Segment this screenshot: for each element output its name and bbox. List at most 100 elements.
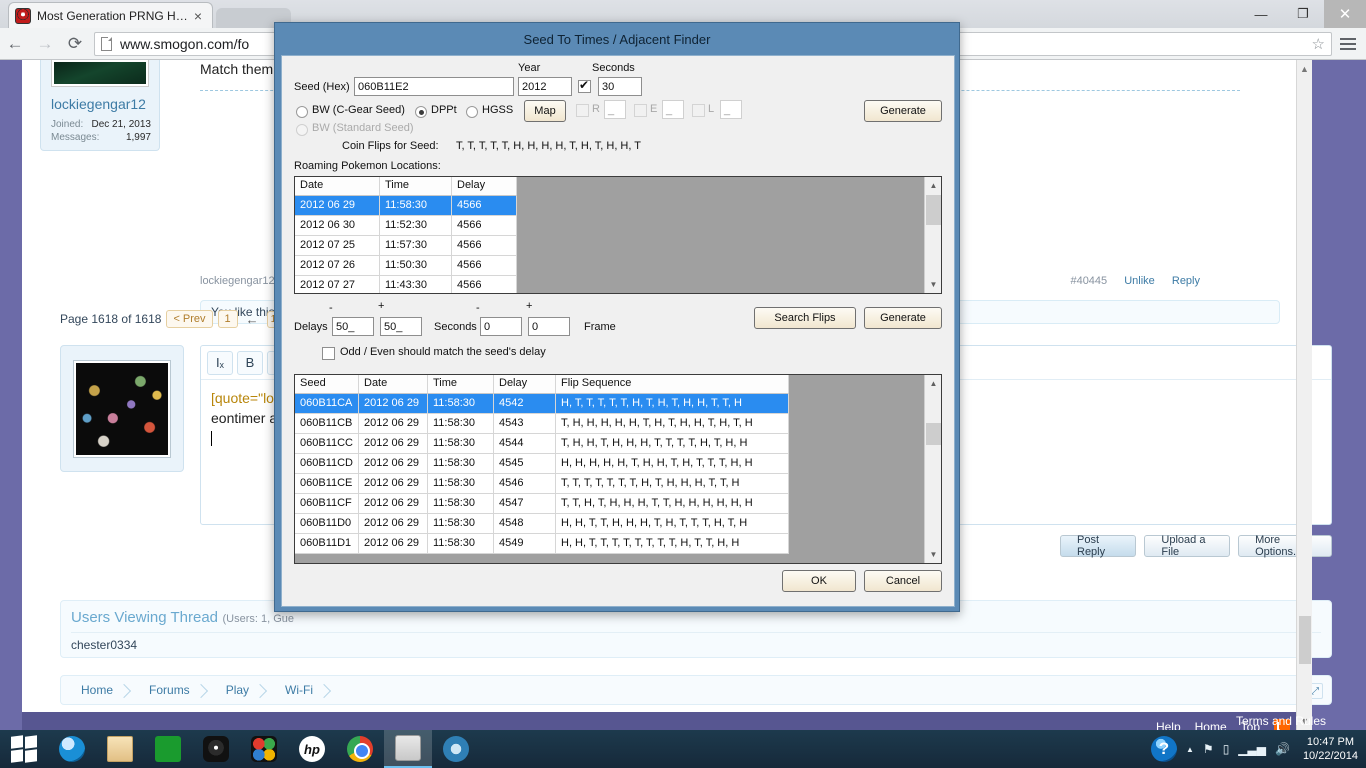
table-row[interactable]: 060B11CC2012 06 2911:58:304544T, H, H, T… (295, 434, 789, 454)
generate-top-button[interactable]: Generate (864, 100, 942, 122)
table-row[interactable]: 060B11CD2012 06 2911:58:304545H, H, H, H… (295, 454, 789, 474)
table-row[interactable]: 060B11CF2012 06 2911:58:304547T, T, H, T… (295, 494, 789, 514)
chrome-icon (347, 736, 373, 762)
taskbar-windows-store[interactable] (144, 730, 192, 768)
adjacent-seeds-table[interactable]: Seed Date Time Delay Flip Sequence 060B1… (294, 374, 942, 564)
footer-link-help[interactable]: Help (1156, 720, 1181, 730)
table-scrollbar[interactable]: ▲ ▼ (924, 375, 941, 563)
table-row[interactable]: 2012 06 3011:52:304566 (295, 216, 517, 236)
taskbar-prng-tool[interactable] (384, 730, 432, 768)
radio-bw-cgear[interactable] (296, 106, 308, 118)
scroll-thumb[interactable] (926, 423, 941, 445)
seed-hex-input[interactable]: 060B11E2 (354, 77, 514, 96)
table-row[interactable]: 060B11CE2012 06 2911:58:304546T, T, T, T… (295, 474, 789, 494)
network-icon[interactable]: ▁▃▅ (1238, 742, 1266, 756)
close-window-button[interactable]: ✕ (1324, 0, 1366, 28)
more-options-button[interactable]: More Options... (1238, 535, 1332, 557)
delay-max-input[interactable]: 50_ (380, 317, 422, 336)
unlike-link[interactable]: Unlike (1124, 275, 1155, 287)
reload-icon[interactable]: ⟳ (60, 29, 90, 59)
delay-minus-icon[interactable]: - (329, 302, 333, 314)
odd-even-checkbox[interactable] (322, 347, 335, 360)
breadcrumb-item-play[interactable]: Play (212, 683, 271, 697)
cancel-button[interactable]: Cancel (864, 570, 942, 592)
ok-button[interactable]: OK (782, 570, 856, 592)
back-icon[interactable]: ← (0, 29, 30, 59)
search-flips-button[interactable]: Search Flips (754, 307, 856, 329)
scroll-thumb[interactable] (1299, 616, 1311, 664)
terms-and-rules-link[interactable]: Terms and Rules (1236, 714, 1326, 728)
seconds-input[interactable]: 30 (598, 77, 642, 96)
seconds-checkbox[interactable] (578, 80, 591, 93)
maximize-button[interactable]: ❐ (1282, 0, 1324, 28)
radio-dppt[interactable] (415, 106, 427, 118)
start-button[interactable] (0, 730, 48, 768)
delays-label: Delays (294, 321, 328, 333)
minimize-button[interactable]: — (1240, 0, 1282, 28)
scroll-down-icon[interactable]: ▼ (925, 276, 942, 293)
bookmark-star-icon[interactable]: ☆ (1312, 35, 1325, 53)
breadcrumb-item-forums[interactable]: Forums (135, 683, 212, 697)
footer-link-home[interactable]: Home (1195, 720, 1227, 730)
tab-close-icon[interactable]: × (190, 8, 206, 24)
taskbar-chrome[interactable] (336, 730, 384, 768)
taskbar-clock[interactable]: 10:47 PM 10/22/2014 (1299, 735, 1358, 763)
help-icon[interactable]: ? (1151, 736, 1177, 762)
remove-formatting-icon[interactable]: Iₓ (207, 351, 233, 375)
table-cell: 4544 (494, 434, 556, 453)
seconds-max-input[interactable]: 0 (528, 317, 570, 336)
table-row[interactable]: 060B11CA2012 06 2911:58:304542H, T, T, T… (295, 394, 789, 414)
taskbar-puzzle-app[interactable] (240, 730, 288, 768)
seconds-minus-icon[interactable]: - (476, 302, 480, 314)
seconds-range-label: Seconds (434, 321, 477, 333)
map-button[interactable]: Map (524, 100, 566, 122)
browser-tab[interactable]: Most Generation PRNG H… × (8, 2, 213, 28)
pagination-prev[interactable]: < Prev (166, 310, 212, 328)
seconds-min-input[interactable]: 0 (480, 317, 522, 336)
taskbar-file-explorer[interactable] (96, 730, 144, 768)
table-row[interactable]: 060B11D02012 06 2911:58:304548H, H, T, T… (295, 514, 789, 534)
roaming-results-table[interactable]: Date Time Delay 2012 06 2911:58:30456620… (294, 176, 942, 294)
generate-button[interactable]: Generate (864, 307, 942, 329)
bold-icon[interactable]: B (237, 351, 263, 375)
scroll-down-icon[interactable]: ▼ (925, 546, 942, 563)
taskbar-hp-app[interactable]: hp (288, 730, 336, 768)
author-username[interactable]: lockiegengar12 (41, 92, 159, 118)
table-row[interactable]: 2012 06 2911:58:304566 (295, 196, 517, 216)
delay-min-input[interactable]: 50_ (332, 317, 374, 336)
scroll-up-icon[interactable]: ▲ (925, 177, 942, 194)
post-reply-button[interactable]: Post Reply (1060, 535, 1136, 557)
page-scrollbar[interactable]: ▲ ▼ (1296, 60, 1312, 730)
forward-icon[interactable]: → (30, 29, 60, 59)
show-hidden-icons-chevron-icon[interactable]: ▲ (1186, 745, 1194, 754)
taskbar-settings[interactable] (432, 730, 480, 768)
battery-icon[interactable]: ▯ (1223, 742, 1230, 756)
table-row[interactable]: 2012 07 2711:43:304566 (295, 276, 517, 294)
table-row[interactable]: 2012 07 2511:57:304566 (295, 236, 517, 256)
breadcrumb-item-wifi[interactable]: Wi-Fi (271, 683, 335, 697)
scroll-up-icon[interactable]: ▲ (925, 375, 942, 392)
breadcrumb-item-home[interactable]: Home (67, 683, 135, 697)
table-row[interactable]: 2012 07 2611:50:304566 (295, 256, 517, 276)
chrome-menu-icon[interactable] (1340, 38, 1366, 50)
table-cell: 2012 06 29 (359, 454, 428, 473)
scroll-thumb[interactable] (926, 195, 941, 225)
seconds-plus-icon[interactable]: + (526, 300, 532, 312)
year-input[interactable]: 2012 (518, 77, 572, 96)
table-row[interactable]: 060B11CB2012 06 2911:58:304543T, H, H, H… (295, 414, 789, 434)
action-center-flag-icon[interactable]: ⚑ (1203, 742, 1214, 756)
table-scrollbar[interactable]: ▲ ▼ (924, 177, 941, 293)
pagination-arrow-icon: ← (243, 312, 262, 327)
delay-plus-icon[interactable]: + (378, 300, 384, 312)
table-row[interactable]: 060B11D12012 06 2911:58:304549H, H, T, T… (295, 534, 789, 554)
reply-link[interactable]: Reply (1172, 275, 1200, 287)
volume-icon[interactable]: 🔊 (1275, 742, 1290, 756)
pagination-page-1[interactable]: 1 (218, 310, 238, 328)
taskbar-webcam[interactable] (192, 730, 240, 768)
taskbar-internet-explorer[interactable] (48, 730, 96, 768)
viewing-user-name[interactable]: chester0334 (71, 638, 1321, 652)
table-cell: 4546 (494, 474, 556, 493)
upload-file-button[interactable]: Upload a File (1144, 535, 1230, 557)
radio-hgss[interactable] (466, 106, 478, 118)
scroll-up-icon[interactable]: ▲ (1300, 64, 1309, 74)
